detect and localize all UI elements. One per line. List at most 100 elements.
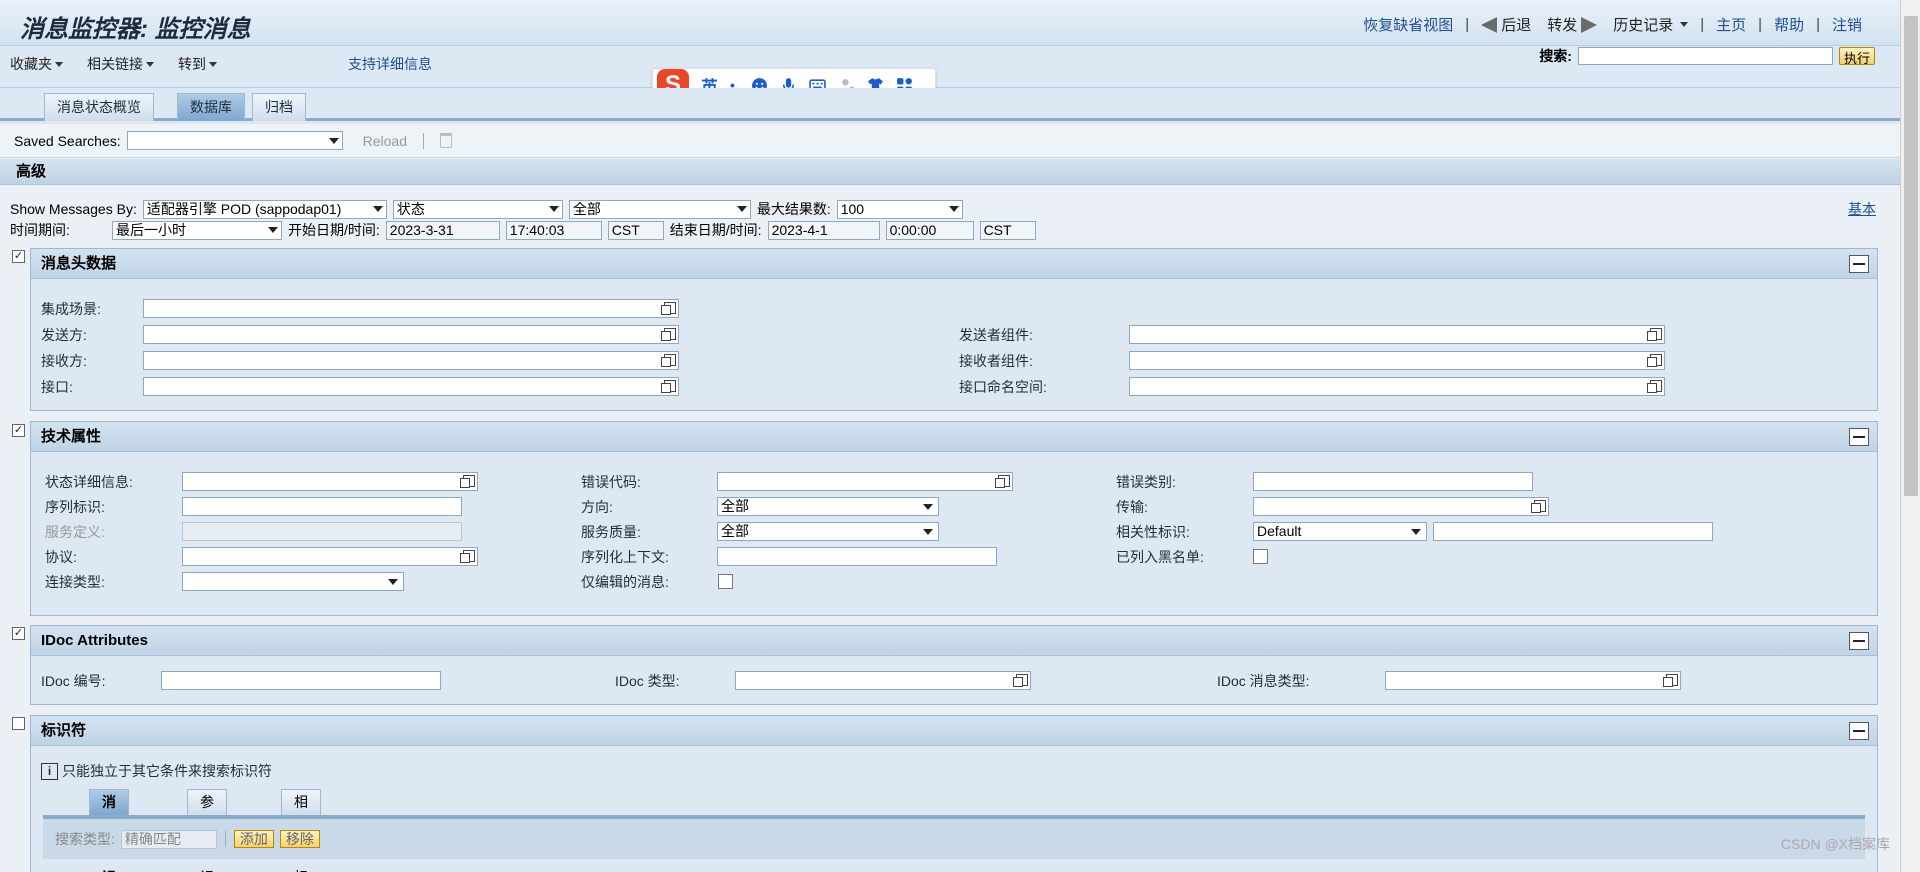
time-period-label: 时间期间:	[10, 222, 70, 238]
value-help-icon[interactable]	[1663, 674, 1678, 687]
value-help-icon[interactable]	[1013, 674, 1028, 687]
start-timezone-field[interactable]: CST	[607, 220, 664, 240]
main-content: Saved Searches: Reload 高级 Show Messages …	[0, 124, 1900, 872]
restore-default-view-link[interactable]: 恢复缺省视图	[1355, 14, 1461, 35]
value-help-icon[interactable]	[1531, 500, 1546, 513]
value-help-icon[interactable]	[661, 354, 676, 367]
interface-input[interactable]	[143, 377, 679, 396]
history-menu[interactable]: 历史记录	[1605, 14, 1696, 35]
status-select[interactable]: 状态	[392, 199, 563, 219]
end-time-field[interactable]: 0:00:00	[885, 220, 974, 240]
start-time-field[interactable]: 17:40:03	[505, 220, 602, 240]
max-results-select[interactable]: 100	[836, 199, 963, 219]
menu-bar: 收藏夹 相关链接 转到 支持详细信息 搜索: 执行	[0, 46, 1900, 88]
support-details-link[interactable]: 支持详细信息	[348, 54, 432, 74]
logout-link[interactable]: 注销	[1824, 14, 1870, 35]
scrollbar-thumb[interactable]	[1904, 16, 1918, 496]
sender-component-input[interactable]	[1129, 325, 1665, 344]
serialization-context-input[interactable]	[717, 547, 997, 566]
error-code-input[interactable]	[717, 472, 1013, 491]
sender-component-label: 发送者组件:	[959, 327, 1033, 343]
menu-favorites[interactable]: 收藏夹	[10, 54, 63, 74]
value-help-icon[interactable]	[1647, 380, 1662, 393]
direction-value: 全部	[721, 498, 749, 514]
sequence-id-input[interactable]	[182, 497, 462, 516]
edited-only-checkbox[interactable]	[718, 574, 733, 589]
status-detail-label: 状态详细信息:	[45, 474, 133, 490]
value-help-icon[interactable]	[460, 475, 475, 488]
end-timezone-field[interactable]: CST	[979, 220, 1036, 240]
value-help-icon[interactable]	[1647, 354, 1662, 367]
idoc-number-input[interactable]	[161, 671, 441, 690]
remove-button[interactable]: 移除	[279, 830, 320, 848]
home-link[interactable]: 主页	[1708, 14, 1754, 35]
time-period-select[interactable]: 最后一小时	[112, 220, 282, 240]
tech-attrs-section: 技术属性 状态详细信息: 序列标识: 服务定义: 协议: 连接类型: 错误代码:…	[30, 421, 1878, 616]
blacklisted-checkbox[interactable]	[1253, 549, 1268, 564]
correlation-type-value: Default	[1257, 523, 1302, 539]
transport-input[interactable]	[1253, 497, 1549, 516]
service-definition-input	[182, 522, 462, 541]
collapse-icon[interactable]	[1849, 722, 1869, 740]
chevron-down-icon	[736, 206, 747, 212]
back-label: 后退	[1501, 17, 1532, 34]
show-by-select[interactable]: 适配器引擎 POD (sappodap01)	[142, 199, 387, 219]
back-button[interactable]: 后退	[1473, 14, 1539, 35]
value-help-icon[interactable]	[995, 475, 1010, 488]
basic-view-link[interactable]: 基本	[1848, 199, 1876, 219]
qos-select[interactable]: 全部	[717, 522, 939, 541]
value-help-icon[interactable]	[661, 380, 676, 393]
correlation-type-select[interactable]: Default	[1253, 522, 1427, 541]
idoc-message-type-input[interactable]	[1385, 671, 1681, 690]
tab-database[interactable]: 数据库	[177, 93, 245, 121]
value-help-icon[interactable]	[460, 550, 475, 563]
end-date-field[interactable]: 2023-4-1	[767, 220, 880, 240]
idoc-type-input[interactable]	[735, 671, 1031, 690]
subtab-correlation-id[interactable]: 相关性标识	[281, 789, 321, 872]
vertical-scrollbar[interactable]	[1900, 0, 1920, 872]
forward-button[interactable]: 转发	[1539, 14, 1605, 35]
add-button[interactable]: 添加	[233, 830, 274, 848]
correlation-id-input[interactable]	[1433, 522, 1713, 541]
collapse-icon[interactable]	[1849, 632, 1869, 650]
execute-button[interactable]: 执行	[1838, 47, 1875, 66]
subtab-reference-id[interactable]: 参考标识	[187, 789, 227, 872]
error-category-input[interactable]	[1253, 472, 1533, 491]
service-definition-label: 服务定义:	[45, 524, 105, 540]
idoc-attrs-checkbox[interactable]: ✓	[12, 627, 25, 640]
menu-related-links[interactable]: 相关链接	[87, 54, 154, 74]
menu-favorites-label: 收藏夹	[10, 56, 52, 72]
reload-button[interactable]: Reload	[363, 133, 407, 149]
subtab-message-id[interactable]: 消息标识	[89, 789, 129, 872]
status-detail-input[interactable]	[182, 472, 478, 491]
direction-select[interactable]: 全部	[717, 497, 939, 516]
sender-input[interactable]	[143, 325, 679, 344]
identifiers-checkbox[interactable]	[12, 717, 25, 730]
protocol-input[interactable]	[182, 547, 478, 566]
value-help-icon[interactable]	[1647, 328, 1662, 341]
help-link[interactable]: 帮助	[1766, 14, 1812, 35]
tab-message-status-overview[interactable]: 消息状态概览	[44, 93, 154, 121]
tech-attrs-checkbox[interactable]: ✓	[12, 424, 25, 437]
identifier-search-strip: 搜索类型: 精确匹配 添加 移除	[43, 819, 1865, 859]
collapse-icon[interactable]	[1849, 255, 1869, 273]
saved-searches-select[interactable]	[126, 131, 343, 150]
interface-label: 接口:	[41, 379, 73, 395]
receiver-input[interactable]	[143, 351, 679, 370]
all-select[interactable]: 全部	[568, 199, 751, 219]
scenario-input[interactable]	[143, 299, 679, 318]
value-help-icon[interactable]	[661, 302, 676, 315]
interface-namespace-input[interactable]	[1129, 377, 1665, 396]
trash-icon[interactable]	[440, 133, 452, 148]
collapse-icon[interactable]	[1849, 428, 1869, 446]
tab-archive[interactable]: 归档	[252, 93, 306, 121]
header-data-checkbox[interactable]: ✓	[12, 250, 25, 263]
connection-type-select[interactable]	[182, 572, 404, 591]
saved-searches-label: Saved Searches:	[14, 132, 121, 149]
receiver-component-input[interactable]	[1129, 351, 1665, 370]
search-input[interactable]	[1577, 47, 1833, 65]
menu-goto[interactable]: 转到	[178, 54, 217, 74]
start-date-field[interactable]: 2023-3-31	[385, 220, 500, 240]
value-help-icon[interactable]	[661, 328, 676, 341]
page-title: 消息监控器: 监控消息	[20, 16, 251, 43]
